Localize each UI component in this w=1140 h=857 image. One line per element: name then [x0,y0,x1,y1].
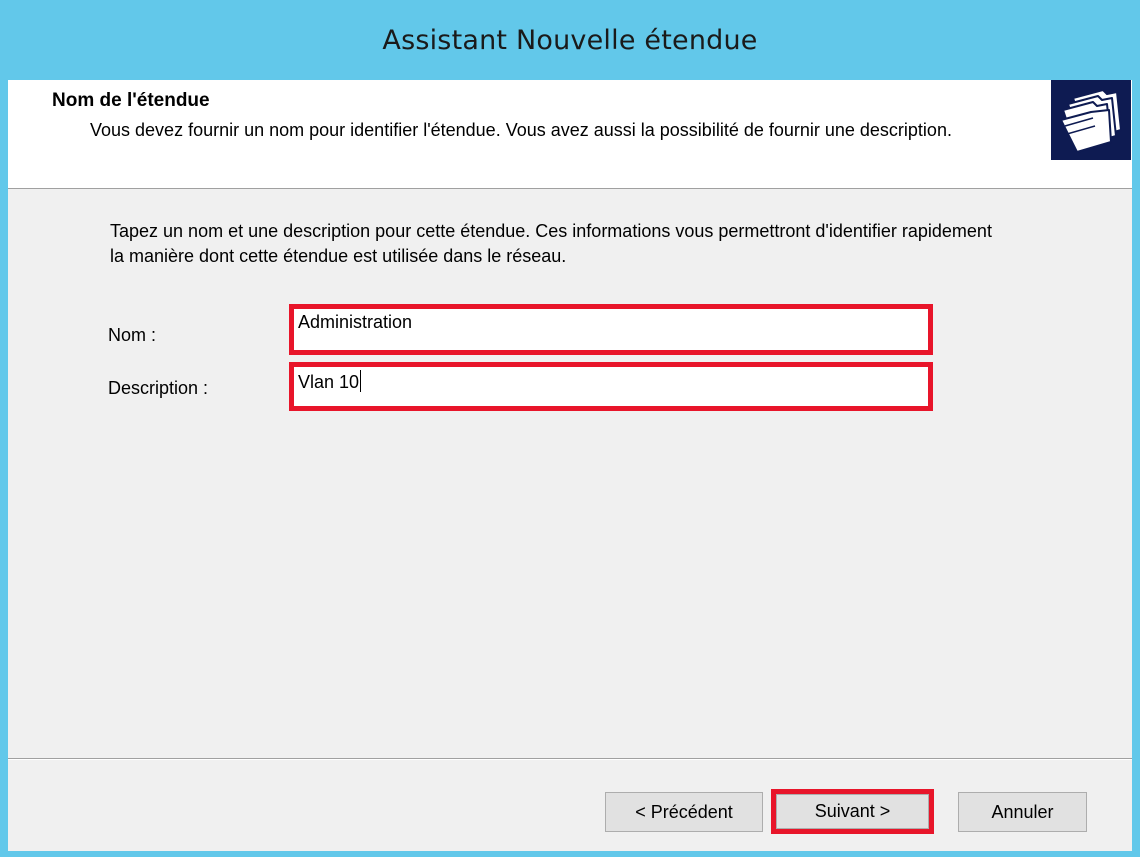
name-input[interactable]: Administration [289,304,933,355]
description-value-text: Vlan 10 [298,372,360,392]
window-title: Assistant Nouvelle étendue [382,24,758,56]
title-bar[interactable]: Assistant Nouvelle étendue [0,0,1140,80]
text-caret [360,370,362,392]
description-input-value: Vlan 10 [298,370,362,393]
wizard-window: Assistant Nouvelle étendue Nom de l'éten… [0,0,1140,857]
step-description: Vous devez fournir un nom pour identifie… [90,120,952,140]
next-button[interactable]: Suivant > [776,794,929,829]
cancel-button[interactable]: Annuler [958,792,1087,832]
wizard-header: Nom de l'étendue Vous devez fournir un n… [8,80,1132,189]
footer-separator [8,758,1132,760]
folders-icon-graphic [1060,89,1122,153]
name-label: Nom : [108,325,157,345]
wizard-body: Nom de l'étendue Vous devez fournir un n… [8,80,1132,851]
step-title: Nom de l'étendue [52,90,210,111]
back-button[interactable]: < Précédent [605,792,763,832]
intro-text: Tapez un nom et une description pour cet… [110,221,992,266]
name-input-value: Administration [298,312,413,332]
description-input[interactable]: Vlan 10 [289,362,933,411]
folders-icon [1051,80,1131,160]
description-label: Description : [108,378,209,398]
